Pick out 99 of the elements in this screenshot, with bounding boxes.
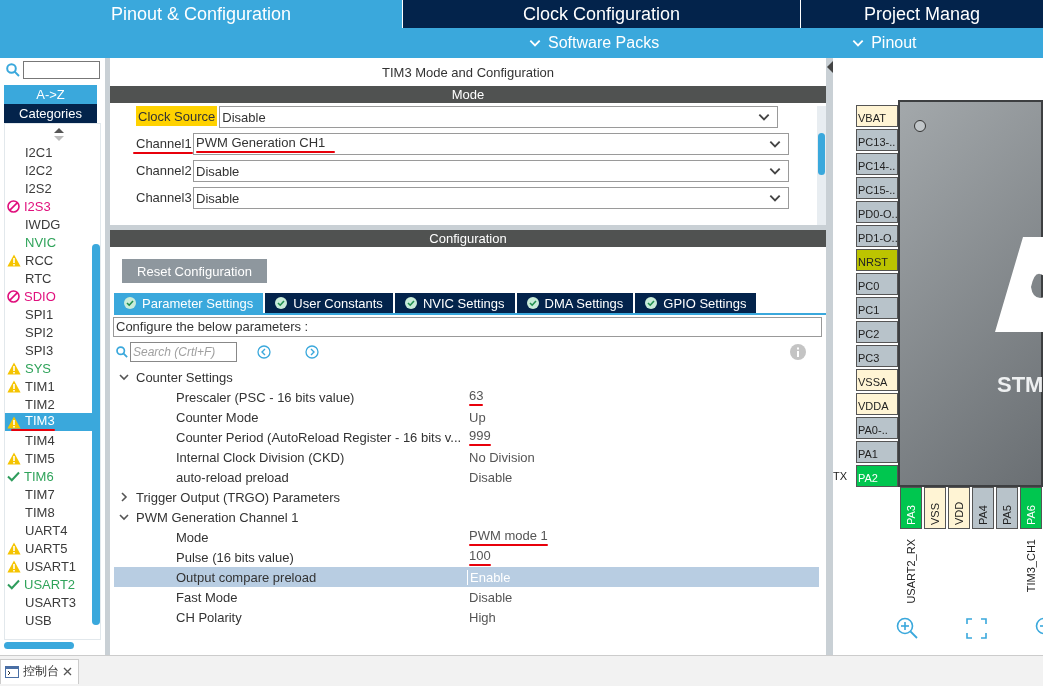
param-value: High	[469, 609, 496, 625]
param-label: Internal Clock Division (CKD)	[175, 449, 346, 465]
peripheral-item[interactable]: SDIO	[5, 287, 92, 305]
param-label: Fast Mode	[175, 589, 239, 605]
settings-tab[interactable]: DMA Settings	[516, 293, 634, 313]
param-value: 100	[469, 548, 491, 563]
peripheral-item[interactable]: SPI1	[5, 305, 92, 323]
peripheral-item[interactable]: USART1	[5, 557, 92, 575]
pin[interactable]: VDDA	[856, 393, 898, 415]
param-value: PWM mode 1	[469, 528, 548, 543]
field-label: Clock Source	[136, 106, 218, 126]
peripheral-item[interactable]: TIM1	[5, 377, 92, 395]
pin[interactable]: PC0	[856, 273, 898, 295]
param-row[interactable]: Fast Mode Disable	[114, 587, 819, 607]
peripheral-item[interactable]: SPI2	[5, 323, 92, 341]
peripheral-item[interactable]: I2S3	[5, 197, 92, 215]
peripheral-item[interactable]: TIM4	[5, 431, 92, 449]
peripheral-item[interactable]: IWDG	[5, 215, 92, 233]
sort-button[interactable]: Categories	[4, 104, 97, 123]
pin[interactable]: NRST	[856, 249, 898, 271]
param-value: 63	[469, 388, 484, 403]
signal-label: TIM3_CH1	[1025, 539, 1037, 593]
param-label: auto-reload preload	[175, 469, 290, 485]
hint-text: Configure the below parameters :	[113, 317, 822, 337]
top-tab[interactable]: Clock Configuration	[402, 0, 800, 28]
peripheral-item[interactable]: SPI3	[5, 341, 92, 359]
group-label[interactable]: Trigger Output (TRGO) Parameters	[136, 489, 340, 505]
chip-label: STM	[997, 372, 1043, 398]
pin[interactable]: PC3	[856, 345, 898, 367]
mode-dropdown[interactable]: Disable	[193, 187, 789, 209]
param-label: Output compare preload	[175, 569, 318, 585]
group-label[interactable]: Counter Settings	[136, 369, 233, 385]
peripheral-item[interactable]: USART3	[5, 593, 92, 611]
param-label: Counter Period (AutoReload Register - 16 bits v...	[175, 429, 463, 445]
field-label: Channel2	[136, 162, 193, 178]
pin[interactable]: PD1-O..	[856, 225, 898, 247]
pin[interactable]: PA5	[996, 487, 1018, 529]
field-label: Channel1	[136, 135, 193, 151]
field-label: Channel3	[136, 189, 193, 205]
mode-dropdown[interactable]: PWM Generation CH1	[193, 133, 789, 155]
param-row[interactable]: CH Polarity High	[114, 607, 819, 627]
param-row[interactable]: auto-reload preload Disable	[114, 467, 819, 487]
peripheral-item[interactable]: USB	[5, 611, 92, 629]
peripheral-item[interactable]: I2C2	[5, 161, 92, 179]
peripheral-item[interactable]: UART4	[5, 521, 92, 539]
peripheral-item[interactable]: I2C1	[5, 143, 92, 161]
peripheral-item[interactable]: RTC	[5, 269, 92, 287]
pin[interactable]: VBAT	[856, 105, 898, 127]
peripheral-item[interactable]: TIM5	[5, 449, 92, 467]
peripheral-item[interactable]: RCC	[5, 251, 92, 269]
peripheral-item[interactable]: TIM7	[5, 485, 92, 503]
param-row[interactable]: Pulse (16 bits value) 100	[114, 547, 819, 567]
param-value: 999	[469, 428, 491, 443]
param-value: Disable	[469, 469, 513, 485]
pin[interactable]: PD0-O..	[856, 201, 898, 223]
pin[interactable]: PC14-..	[856, 153, 898, 175]
settings-tab[interactable]: NVIC Settings	[394, 293, 515, 313]
peripheral-item[interactable]: I2S2	[5, 179, 92, 197]
console-tab[interactable]: 控制台	[0, 658, 79, 684]
param-row[interactable]: Counter Period (AutoReload Register - 16 bits v... 999	[114, 427, 819, 447]
param-value: Up	[469, 409, 486, 425]
param-label: Pulse (16 bits value)	[175, 549, 295, 565]
pin[interactable]: VSS	[924, 487, 946, 529]
pin[interactable]: PC13-..	[856, 129, 898, 151]
settings-tab[interactable]: GPIO Settings	[635, 293, 757, 313]
param-value: No Division	[469, 449, 535, 465]
settings-tab[interactable]: User Constants	[265, 293, 393, 313]
mode-dropdown[interactable]: Disable	[193, 160, 789, 182]
param-row[interactable]: Prescaler (PSC - 16 bits value) 63	[114, 387, 819, 407]
peripheral-item[interactable]: TIM8	[5, 503, 92, 521]
param-row[interactable]: Mode PWM mode 1	[114, 527, 819, 547]
pin[interactable]: PC1	[856, 297, 898, 319]
peripheral-item[interactable]: UART5	[5, 539, 92, 557]
panel-title: TIM3 Mode and Configuration	[381, 63, 555, 82]
param-row[interactable]: Counter Mode Up	[114, 407, 819, 427]
pin[interactable]: VDD	[948, 487, 970, 529]
selected-row[interactable]: Output compare preload Enable	[114, 567, 819, 587]
signal-label: TX	[833, 470, 849, 482]
mode-dropdown[interactable]: Disable	[219, 106, 779, 128]
param-label: Mode	[175, 529, 210, 545]
section-header: Configuration	[110, 230, 826, 247]
param-value: Disable	[469, 589, 513, 605]
pin[interactable]: PA0-..	[856, 417, 898, 439]
pin[interactable]: PC15-..	[856, 177, 898, 199]
search-field[interactable]: Search (Crtl+F)	[130, 342, 237, 362]
pin[interactable]: PA4	[972, 487, 994, 529]
pin[interactable]: PA1	[856, 441, 898, 463]
pin[interactable]: VSSA	[856, 369, 898, 391]
param-label: Prescaler (PSC - 16 bits value)	[175, 389, 356, 405]
param-value: Enable	[470, 569, 511, 585]
param-label: Counter Mode	[175, 409, 260, 425]
group-label[interactable]: PWM Generation Channel 1	[136, 509, 299, 525]
param-row[interactable]: Internal Clock Division (CKD) No Division	[114, 447, 819, 467]
pin[interactable]: PC2	[856, 321, 898, 343]
section-header: Mode	[110, 86, 826, 103]
signal-label: USART2_RX	[905, 539, 917, 604]
param-label: CH Polarity	[175, 609, 243, 625]
peripheral-item[interactable]: TIM2	[5, 395, 92, 413]
top-tab[interactable]: Project Manag	[800, 0, 1043, 28]
